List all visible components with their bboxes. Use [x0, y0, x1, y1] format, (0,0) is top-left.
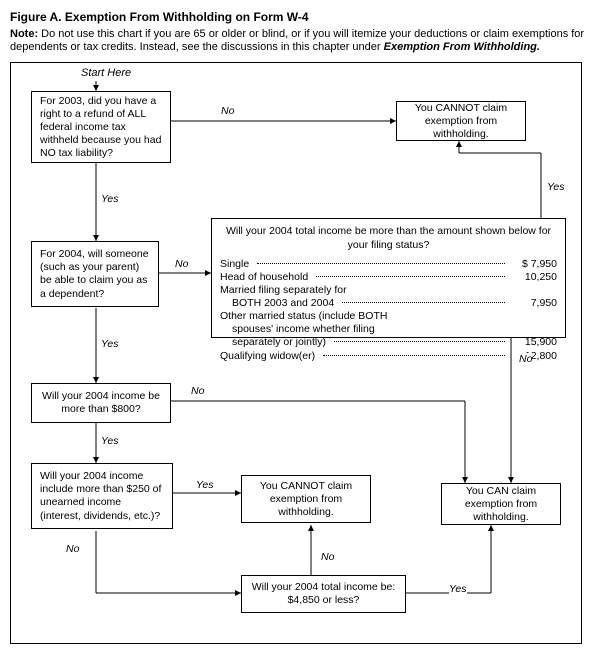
start-here-label: Start Here [81, 67, 131, 79]
label-no-2: No [175, 258, 188, 270]
q2-text: For 2004, will someone (such as your par… [40, 248, 150, 301]
flowchart-frame: Start Here For 2003, did you have a righ… [10, 62, 582, 644]
question-refund-2003: For 2003, did you have a right to a refu… [31, 91, 171, 163]
income-row-mfs2: BOTH 2003 and 20047,950 [220, 297, 557, 310]
question-unearned-income: Will your 2004 income include more than … [31, 463, 173, 529]
figure-title-text: Exemption From Withholding on Form W-4 [65, 10, 309, 24]
label-no-4: No [66, 543, 79, 555]
income-row-mfs: Married filing separately for [220, 284, 557, 297]
q3-text: Will your 2004 income be more than $800? [40, 390, 162, 416]
income-row-other2: spouses' income whether filing [220, 323, 557, 336]
can-text: You CAN claim exemption from withholding… [450, 485, 552, 524]
question-income-threshold: Will your 2004 total income be more than… [211, 218, 566, 338]
figure-note: Note: Do not use this chart if you are 6… [10, 28, 585, 54]
label-yes-4: Yes [196, 479, 214, 491]
result-can-claim: You CAN claim exemption from withholding… [441, 483, 561, 525]
label-yes-5: Yes [449, 583, 467, 595]
q5-text: Will your 2004 total income be: $4,850 o… [250, 581, 397, 607]
cannot-top-text: You CANNOT claim exemption from withhold… [405, 102, 517, 141]
income-table: Will your 2004 total income be more than… [220, 225, 557, 362]
label-yes-1: Yes [101, 193, 119, 205]
note-emphasis: Exemption From Withholding. [384, 41, 540, 53]
income-q-text: Will your 2004 total income be more than… [220, 225, 557, 251]
note-prefix: Note: [10, 28, 38, 40]
income-row-hoh: Head of household10,250 [220, 271, 557, 284]
income-row-other3: separately or jointly)15,900 [220, 336, 557, 349]
income-row-single: Single$ 7,950 [220, 258, 557, 271]
cannot-mid-text: You CANNOT claim exemption from withhold… [250, 480, 362, 519]
label-no-income: No [519, 353, 532, 365]
income-row-qw: Qualifying widow(er)12,800 [220, 350, 557, 363]
label-no-3: No [191, 385, 204, 397]
question-income-4850: Will your 2004 total income be: $4,850 o… [241, 575, 406, 613]
question-dependent: For 2004, will someone (such as your par… [31, 241, 159, 307]
label-yes-income: Yes [547, 181, 565, 193]
label-yes-3: Yes [101, 435, 119, 447]
q1-text: For 2003, did you have a right to a refu… [40, 95, 162, 161]
result-cannot-claim-top: You CANNOT claim exemption from withhold… [396, 101, 526, 141]
label-no-1: No [221, 105, 234, 117]
question-income-800: Will your 2004 income be more than $800? [31, 383, 171, 423]
result-cannot-claim-mid: You CANNOT claim exemption from withhold… [241, 475, 371, 523]
label-no-5: No [321, 551, 334, 563]
label-yes-2: Yes [101, 338, 119, 350]
income-row-other: Other married status (include BOTH [220, 310, 557, 323]
q4-text: Will your 2004 income include more than … [40, 470, 164, 523]
figure-label: Figure A. [10, 10, 62, 24]
figure-title: Figure A. Exemption From Withholding on … [10, 10, 585, 24]
